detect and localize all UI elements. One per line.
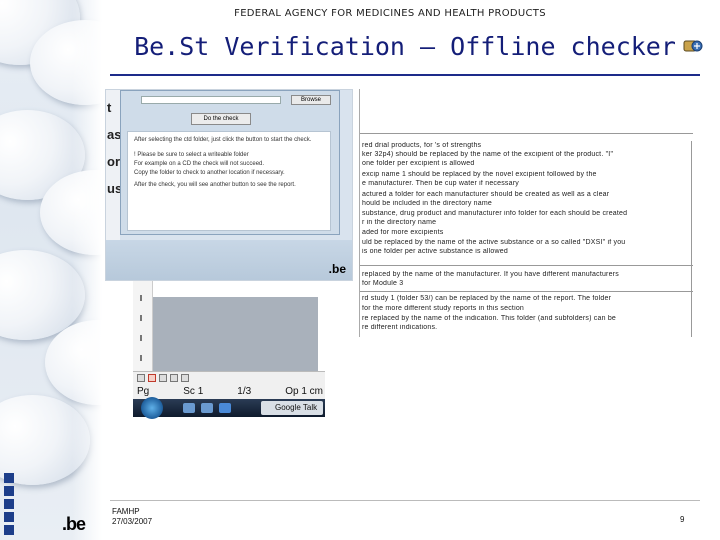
status-info: Pg Sc 1 1/3 Op 1 cm xyxy=(137,386,323,397)
table-rule xyxy=(360,265,693,266)
status-bar: Pg Sc 1 1/3 Op 1 cm xyxy=(133,371,325,399)
be-logo: .be xyxy=(328,262,346,276)
agency-name: FEDERAL AGENCY FOR MEDICINES AND HEALTH … xyxy=(234,8,546,19)
table-rule xyxy=(360,291,693,292)
gutter-letter: t xyxy=(107,100,112,115)
status-position: Op 1 cm xyxy=(285,386,323,397)
doc-line: is one folder per active substance is al… xyxy=(362,248,508,255)
document-canvas xyxy=(153,297,318,371)
view-button[interactable] xyxy=(181,374,189,382)
footer-be-logo: .be xyxy=(62,514,86,534)
doc-line: one folder per excipient is allowed xyxy=(362,160,475,167)
view-button[interactable] xyxy=(137,374,145,382)
instructions-panel: After selecting the ctd folder, just cli… xyxy=(127,131,331,231)
footer-date: 27/03/2007 xyxy=(112,517,153,526)
doc-line: rd study 1 (folder 53/) can be replaced … xyxy=(362,295,612,302)
strip-fade xyxy=(72,0,102,540)
do-the-check-button[interactable]: Do the check xyxy=(191,113,251,125)
instruction-line: For example on a CD the check will not s… xyxy=(134,161,265,167)
folder-structure-document: red drial products, for 's of strengths … xyxy=(359,89,693,337)
google-talk-taskbar-button[interactable]: Google Talk xyxy=(261,401,323,415)
start-button[interactable] xyxy=(141,397,163,419)
doc-line: r in the directory name xyxy=(362,219,437,226)
doc-line: excip name 1 should be replaced by the n… xyxy=(362,171,597,178)
footer-info: FAMHP 27/03/2007 xyxy=(112,507,152,527)
instruction-line: After selecting the ctd folder, just cli… xyxy=(134,137,312,143)
title-divider xyxy=(110,74,700,76)
view-button[interactable] xyxy=(159,374,167,382)
quicklaunch-icon[interactable] xyxy=(183,403,195,413)
vertical-ruler xyxy=(133,281,153,371)
view-button[interactable] xyxy=(148,374,156,382)
browse-button[interactable]: Browse xyxy=(291,95,331,105)
internet-explorer-icon[interactable] xyxy=(219,403,231,413)
doc-line: uld be replaced by the name of the activ… xyxy=(362,239,626,246)
doc-line: actured a folder for each manufacturer s… xyxy=(362,191,610,198)
presentation-icon xyxy=(683,40,703,52)
doc-line: for the more different study reports in … xyxy=(362,305,525,312)
doc-line: replaced by the name of the manufacturer… xyxy=(362,271,619,278)
doc-line: hould be included in the directory name xyxy=(362,200,492,207)
table-border xyxy=(691,141,692,337)
footer-divider xyxy=(110,500,700,501)
page-number: 9 xyxy=(680,515,685,524)
status-page-of: 1/3 xyxy=(237,386,252,397)
instruction-line: Copy the folder to check to another loca… xyxy=(134,170,285,176)
window-background xyxy=(106,240,352,280)
table-rule xyxy=(360,133,693,134)
doc-line: aded for more excipients xyxy=(362,229,444,236)
doc-line: re different indications. xyxy=(362,324,438,331)
windows-taskbar: Google Talk xyxy=(133,397,325,419)
view-buttons xyxy=(137,374,189,384)
footer-org: FAMHP xyxy=(112,507,140,516)
doc-line: re replaced by the name of the indicatio… xyxy=(362,315,616,322)
doc-line: for Module 3 xyxy=(362,280,404,287)
status-section: Sc 1 xyxy=(183,386,204,397)
status-page: Pg xyxy=(137,386,150,397)
doc-line: ker 32p4) should be replaced by the name… xyxy=(362,151,614,158)
offline-checker-dialog: Browse Do the check After selecting the … xyxy=(120,90,340,235)
view-button[interactable] xyxy=(170,374,178,382)
doc-line: e manufacturer. Then be cup water if nec… xyxy=(362,180,519,187)
instruction-line: ! Please be sure to select a writeable f… xyxy=(134,152,249,158)
folder-path-field[interactable] xyxy=(141,96,281,104)
embedded-screenshot: t as ort us Browse Do the check After se… xyxy=(105,89,353,281)
quicklaunch-icon[interactable] xyxy=(201,403,213,413)
decorative-pill-background xyxy=(0,0,102,540)
slide-title: Be.St Verification – Offline checker xyxy=(134,32,676,61)
doc-line: red drial products, for 's of strengths xyxy=(362,142,482,149)
doc-line: substance, drug product and manufacturer… xyxy=(362,210,628,217)
instruction-line: After the check, you will see another bu… xyxy=(134,182,296,188)
decorative-squares xyxy=(4,473,18,538)
